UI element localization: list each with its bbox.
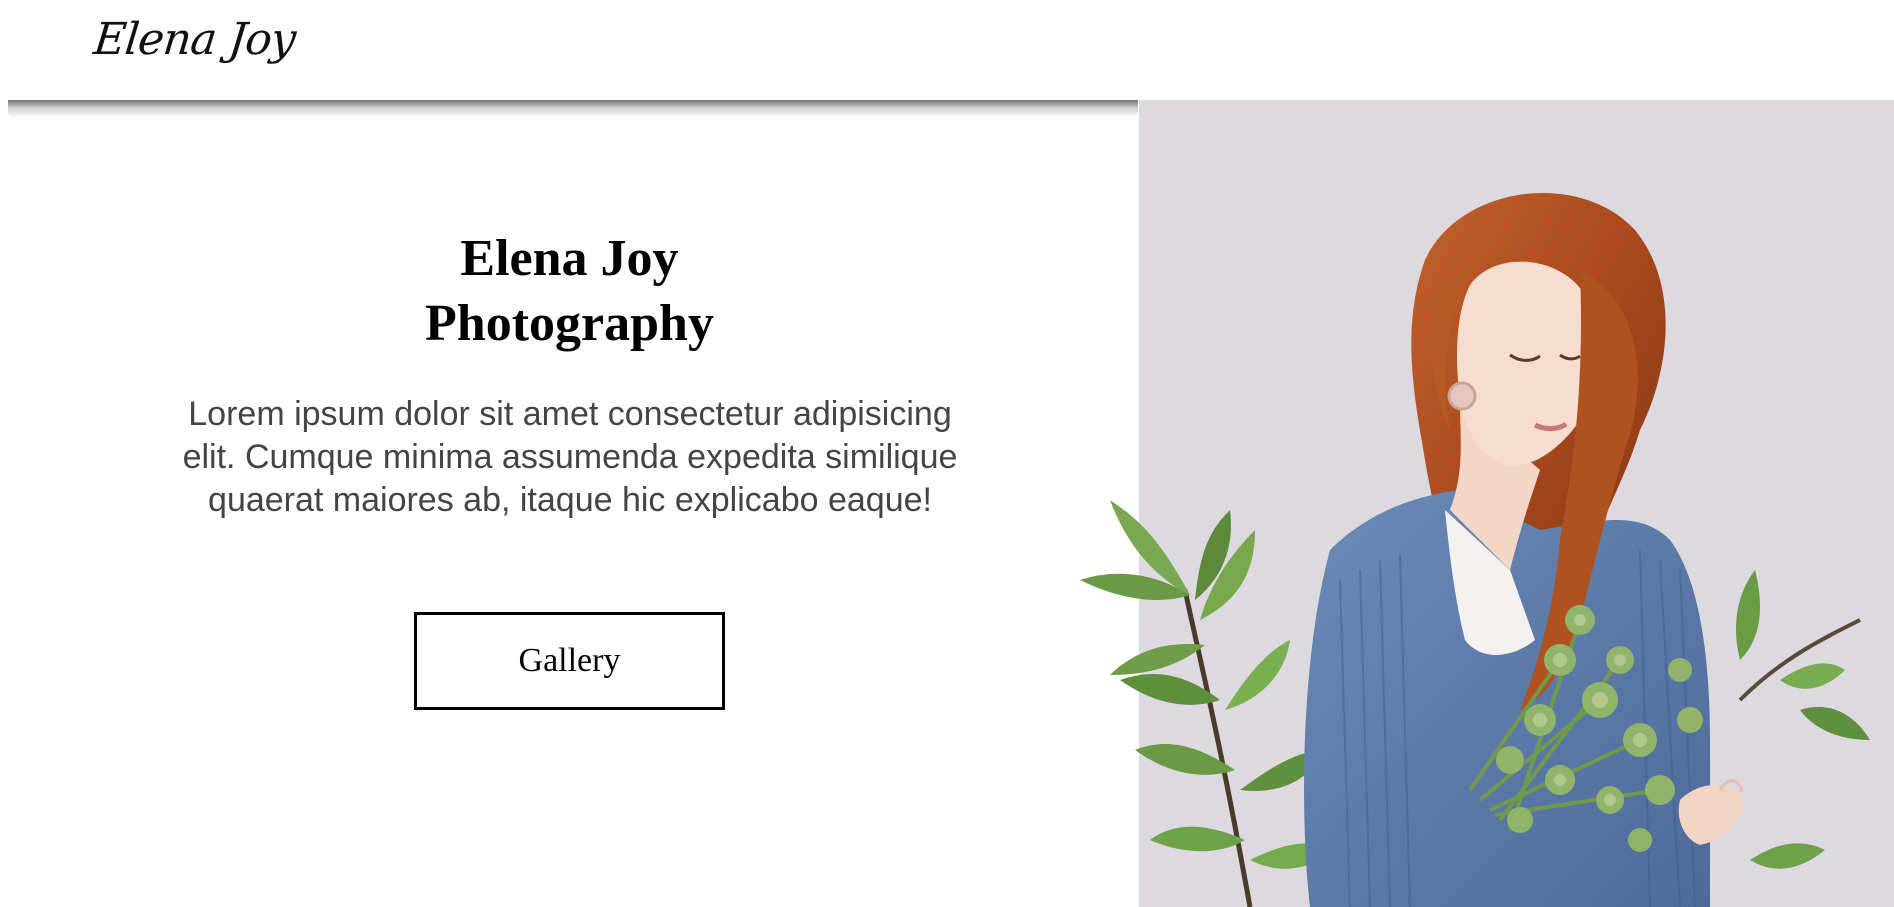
- hero-title: Elena Joy Photography: [0, 226, 1139, 356]
- page: Elena Joy Elena Joy Photography Lorem ip…: [0, 0, 1894, 907]
- site-header: Elena Joy: [0, 0, 1894, 100]
- hero-title-line1: Elena Joy: [460, 230, 679, 287]
- hero-description: Lorem ipsum dolor sit amet consectetur a…: [182, 395, 958, 519]
- hero-section: Elena Joy Photography Lorem ipsum dolor …: [0, 100, 1139, 907]
- hero-photo: [1080, 192, 1870, 907]
- gallery-button[interactable]: Gallery: [414, 612, 725, 710]
- site-logo[interactable]: Elena Joy: [91, 14, 297, 65]
- header-shadow: [8, 100, 1138, 118]
- right-plant: [1735, 570, 1870, 869]
- hero-title-line2: Photography: [425, 295, 714, 352]
- woman-figure: [1304, 192, 1745, 907]
